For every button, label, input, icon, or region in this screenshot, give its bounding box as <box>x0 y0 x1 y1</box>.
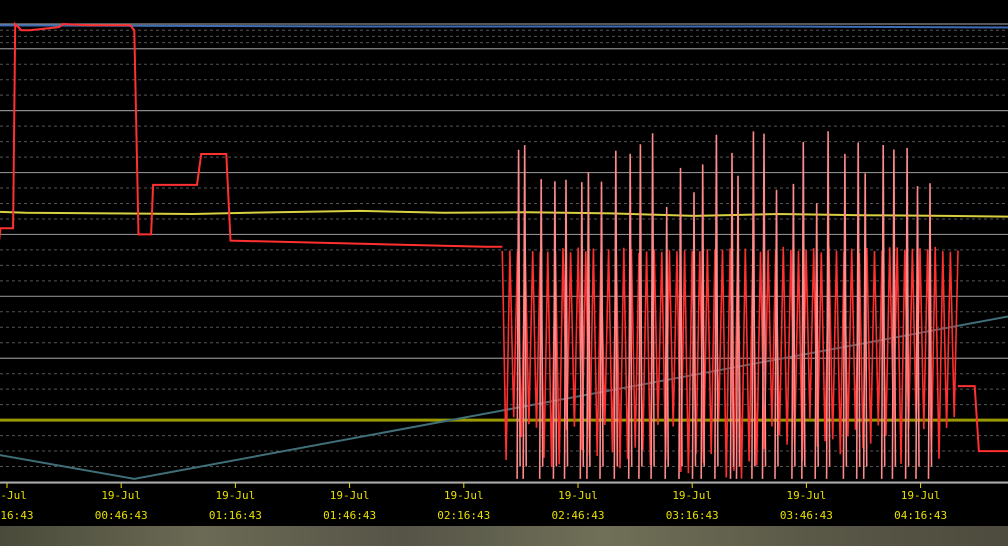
x-tick-date-label: 19-Jul <box>558 489 598 502</box>
x-axis: 19-Jul 00:16:43 19-Jul 00:46:43 19-Jul 01:16:… <box>0 482 1008 522</box>
series-lines <box>0 21 1008 480</box>
x-tick-date-label: 19-Jul <box>0 489 27 502</box>
x-tick-date-label: 19-Jul <box>216 489 256 502</box>
chart-container: 19-Jul 00:16:43 19-Jul 00:46:43 19-Jul 01:16:… <box>0 0 1008 546</box>
x-tick-date-label: 19-Jul <box>444 489 484 502</box>
series-line <box>958 385 1008 453</box>
x-tick-time-label: 04:16:43 <box>894 509 947 522</box>
x-tick-date-label: 19-Jul <box>330 489 370 502</box>
x-tick-time-label: 03:46:43 <box>780 509 833 522</box>
x-tick-time-label: 03:16:43 <box>666 509 719 522</box>
x-tick-time-label: 02:16:43 <box>437 509 490 522</box>
x-tick-date-label: 19-Jul <box>901 489 941 502</box>
series-line <box>0 21 503 248</box>
x-tick-time-label: 00:16:43 <box>0 509 33 522</box>
x-tick-time-label: 01:46:43 <box>323 509 376 522</box>
x-tick-date-label: 19-Jul <box>672 489 712 502</box>
x-tick-time-label: 01:16:43 <box>209 509 262 522</box>
x-tick-time-label: 00:46:43 <box>95 509 148 522</box>
ground-strip <box>0 526 1008 546</box>
x-tick-time-label: 02:46:43 <box>552 509 605 522</box>
x-tick-date-label: 19-Jul <box>101 489 141 502</box>
series-line <box>0 24 1008 29</box>
time-series-chart: 19-Jul 00:16:43 19-Jul 00:46:43 19-Jul 01:16:… <box>0 21 1008 522</box>
x-tick-date-label: 19-Jul <box>787 489 827 502</box>
